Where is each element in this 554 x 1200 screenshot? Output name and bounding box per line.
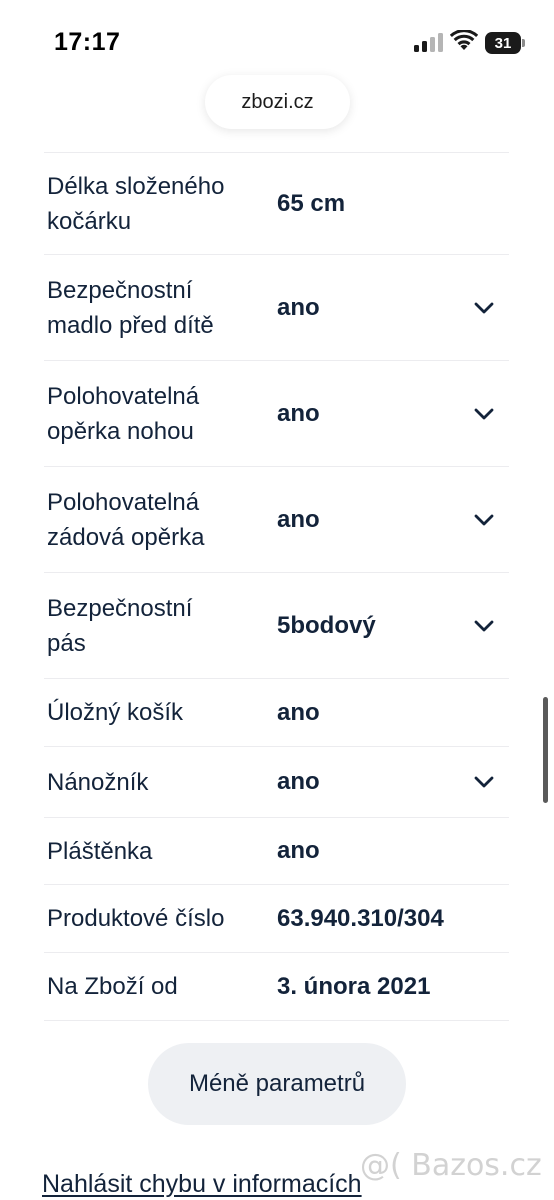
parameter-label: Nánožník bbox=[44, 765, 277, 800]
parameter-label-line: Polohovatelná bbox=[47, 382, 200, 410]
chevron-down-icon[interactable] bbox=[471, 769, 497, 795]
cellular-signal-icon bbox=[414, 32, 444, 52]
parameter-row: Produktové číslo 63.940.310/304 bbox=[44, 885, 509, 953]
parameter-value: 63.940.310/304 bbox=[277, 904, 444, 932]
parameter-label-line: Bezpečnostní bbox=[47, 276, 193, 304]
chevron-down-icon[interactable] bbox=[471, 295, 497, 321]
parameter-label-line: Délka složeného bbox=[47, 172, 225, 200]
parameter-label-line: Nánožník bbox=[47, 768, 149, 796]
parameter-label: Produktové číslo bbox=[44, 901, 277, 936]
parameter-label: Bezpečnostní madlo před dítě bbox=[44, 273, 277, 343]
parameter-row: Na Zboží od 3. února 2021 bbox=[44, 953, 509, 1021]
battery-icon: 31 bbox=[485, 32, 525, 54]
report-error-link[interactable]: Nahlásit chybu v informacích bbox=[42, 1170, 362, 1199]
watermark: @( Bazos.cz bbox=[360, 1148, 542, 1183]
scrollbar[interactable] bbox=[543, 697, 548, 803]
parameter-label-line: Pláštěnka bbox=[47, 837, 153, 865]
address-bar[interactable]: zbozi.cz bbox=[205, 75, 350, 129]
parameter-label: Pláštěnka bbox=[44, 834, 277, 869]
parameter-label-line: Produktové číslo bbox=[47, 905, 225, 932]
parameter-row[interactable]: Bezpečnostní pás 5bodový bbox=[44, 573, 509, 679]
fewer-parameters-button[interactable]: Méně parametrů bbox=[148, 1043, 406, 1125]
parameter-label-line: zádová opěrka bbox=[47, 523, 205, 551]
parameter-row: Pláštěnka ano bbox=[44, 818, 509, 885]
chevron-down-icon[interactable] bbox=[471, 401, 497, 427]
parameter-label-line: pás bbox=[47, 629, 86, 657]
parameters-table: Délka složeného kočárku 65 cm Bezpečnostní m… bbox=[44, 152, 509, 1021]
parameter-label: Délka složeného kočárku bbox=[44, 169, 277, 239]
parameter-label: Na Zboží od bbox=[44, 969, 277, 1004]
status-time: 17:17 bbox=[54, 28, 121, 56]
parameter-label-line: kočárku bbox=[47, 207, 132, 235]
parameter-row[interactable]: Nánožník ano bbox=[44, 747, 509, 818]
parameter-label: Polohovatelná opěrka nohou bbox=[44, 379, 277, 449]
parameter-label: Bezpečnostní pás bbox=[44, 591, 277, 661]
parameter-label-line: Bezpečnostní bbox=[47, 594, 193, 622]
parameter-label-line: opěrka nohou bbox=[47, 417, 194, 445]
parameter-value: 3. února 2021 bbox=[277, 972, 431, 1000]
parameter-label-line: Úložný košík bbox=[47, 699, 184, 726]
status-bar: 17:17 31 bbox=[0, 0, 554, 80]
parameter-label: Polohovatelná zádová opěrka bbox=[44, 485, 277, 555]
parameter-label-line: madlo před dítě bbox=[47, 311, 214, 339]
wifi-icon bbox=[450, 30, 478, 50]
parameter-label: Úložný košík bbox=[44, 695, 277, 730]
chevron-down-icon[interactable] bbox=[471, 507, 497, 533]
parameter-row[interactable]: Polohovatelná opěrka nohou ano bbox=[44, 361, 509, 467]
parameter-label-line: Na Zboží od bbox=[47, 973, 178, 1000]
parameter-row: Úložný košík ano bbox=[44, 679, 509, 747]
parameter-value: ano bbox=[277, 698, 320, 726]
parameter-row[interactable]: Polohovatelná zádová opěrka ano bbox=[44, 467, 509, 573]
parameter-value: 65 cm bbox=[277, 189, 346, 217]
parameter-label-line: Polohovatelná bbox=[47, 488, 200, 516]
battery-level: 31 bbox=[485, 32, 521, 54]
parameter-row: Délka složeného kočárku 65 cm bbox=[44, 153, 509, 255]
parameter-value: ano bbox=[277, 837, 320, 864]
parameter-row[interactable]: Bezpečnostní madlo před dítě ano bbox=[44, 255, 509, 361]
chevron-down-icon[interactable] bbox=[471, 613, 497, 639]
